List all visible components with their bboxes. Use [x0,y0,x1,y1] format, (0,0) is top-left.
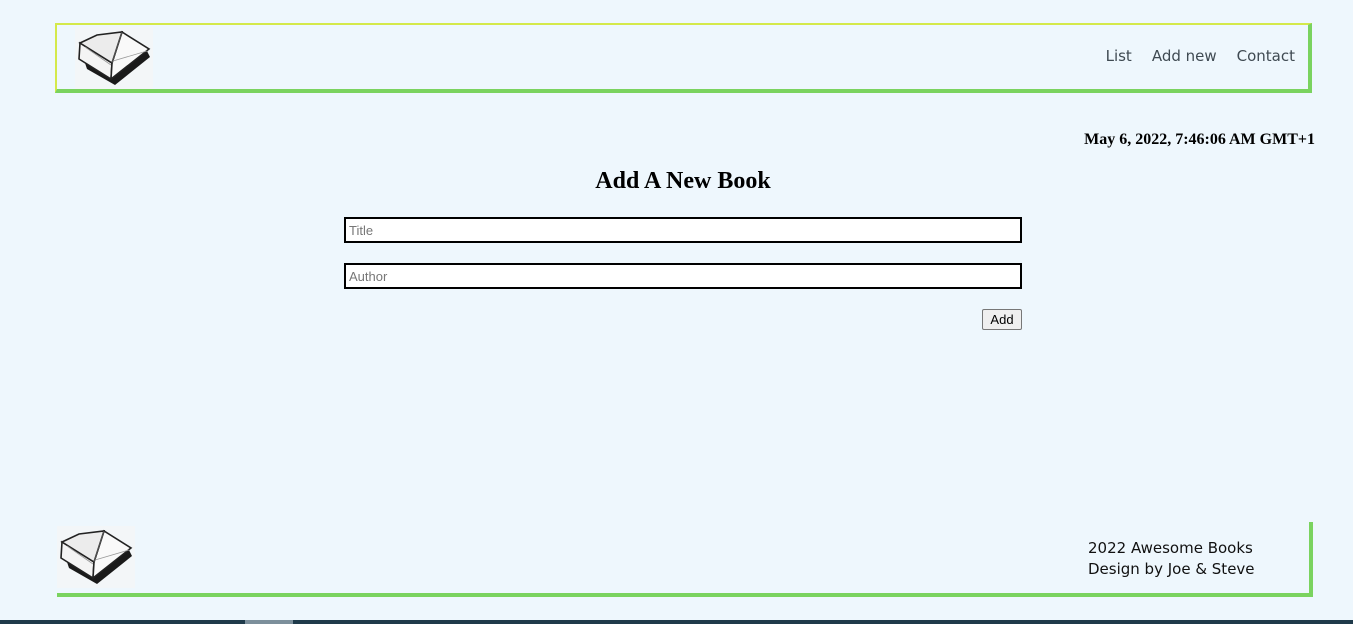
open-book-icon [60,529,133,584]
add-button[interactable]: Add [982,309,1022,330]
taskbar [0,620,1353,624]
author-input[interactable] [344,263,1022,289]
footer-credits: Design by Joe & Steve [1088,560,1255,578]
nav-link-contact[interactable]: Contact [1237,47,1295,65]
page-title: Add A New Book [595,168,771,194]
nav-link-add-new[interactable]: Add new [1152,47,1217,65]
footer-copyright: 2022 Awesome Books [1088,539,1253,557]
nav-link-list[interactable]: List [1106,47,1132,65]
logo[interactable] [75,27,153,89]
taskbar-active-item[interactable] [245,620,293,624]
nav-links: List Add new Contact [1106,47,1295,65]
footer-logo [57,526,135,588]
datetime: May 6, 2022, 7:46:06 AM GMT+1 [1084,131,1315,148]
open-book-icon [78,30,151,85]
footer-text: 2022 Awesome Books Design by Joe & Steve [1088,538,1255,580]
footer: 2022 Awesome Books Design by Joe & Steve [57,522,1313,597]
navbar: List Add new Contact [55,23,1312,93]
title-input[interactable] [344,217,1022,243]
